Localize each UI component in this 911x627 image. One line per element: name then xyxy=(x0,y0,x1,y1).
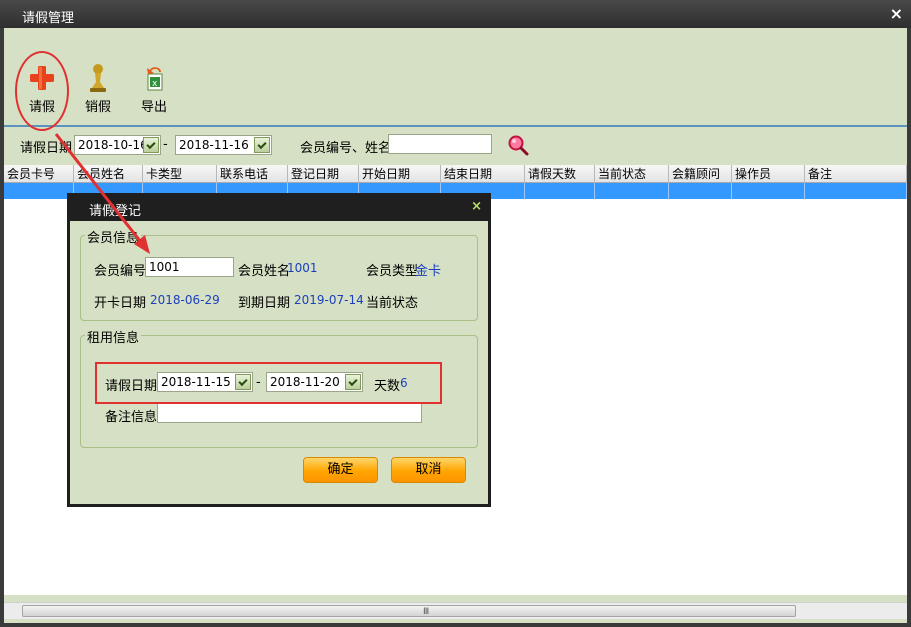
leave-management-window: 请假管理 × 请假 销假 x 导出 请假日期 2018-10-16 - 2018… xyxy=(0,0,911,627)
annotation-arrow xyxy=(54,133,150,254)
